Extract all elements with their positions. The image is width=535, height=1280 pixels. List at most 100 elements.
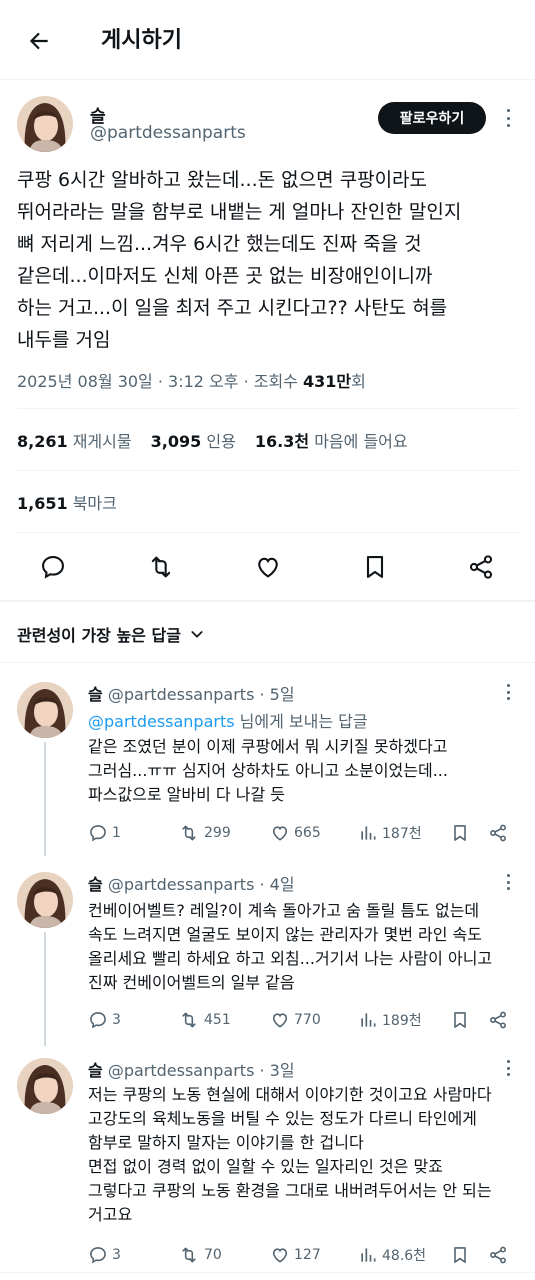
reply-text: 저는 쿠팡의 노동 현실에 대해서 이야기한 것이고요 사람마다 고강도의 육체… xyxy=(88,1085,492,1224)
share-button[interactable] xyxy=(466,552,496,582)
reply-bookmark-button[interactable] xyxy=(450,821,470,845)
more-vertical-icon[interactable] xyxy=(501,106,515,130)
avatar[interactable] xyxy=(17,682,73,738)
reply-like-button[interactable]: 665 xyxy=(270,821,321,845)
divider xyxy=(17,408,518,409)
bookmark-icon xyxy=(454,825,466,841)
reply-views[interactable]: 187천 xyxy=(358,821,422,845)
reply-sort-label: 관련성이 가장 높은 답글 xyxy=(17,626,181,645)
section-divider xyxy=(0,600,535,602)
thread-line xyxy=(44,932,46,1046)
likes-stat[interactable]: 16.3천 마음에 들어요 xyxy=(255,432,408,451)
reply-views[interactable]: 48.6천 xyxy=(358,1243,426,1267)
page-title: 게시하기 xyxy=(101,28,182,53)
thread-line xyxy=(44,742,46,856)
reply-handle-time[interactable]: @partdessanparts · 5일 xyxy=(103,685,295,704)
more-vertical-icon[interactable] xyxy=(501,1060,515,1076)
more-vertical-icon[interactable] xyxy=(501,874,515,890)
reply-text: 같은 조였던 분이 이제 쿠팡에서 뭐 시키질 못하겠다고 그러심...ㅠㅠ 심… xyxy=(88,737,448,804)
post-text-line: 내두를 거임 xyxy=(17,329,111,351)
reply-share-button[interactable] xyxy=(488,1243,508,1267)
reply-header: 슬 @partdessanparts · 5일 xyxy=(88,681,295,705)
comment-icon xyxy=(90,1247,106,1264)
reply-sort-dropdown[interactable]: 관련성이 가장 높은 답글 xyxy=(17,622,205,646)
comment-icon xyxy=(90,825,106,842)
share-icon xyxy=(490,1011,506,1029)
post-text-line: 쿠팡 6시간 알바하고 왔는데...돈 없으면 쿠팡이라도 xyxy=(17,169,428,191)
arrow-left-icon xyxy=(29,32,48,50)
reply-action-bar: 1 299 665 187천 xyxy=(88,821,518,845)
reply-repost-button[interactable]: 70 xyxy=(178,1243,222,1267)
share-icon xyxy=(469,555,493,579)
avatar[interactable] xyxy=(17,1058,73,1114)
views-bar-chart-icon xyxy=(361,1248,376,1262)
divider xyxy=(0,662,535,663)
reply-author-name[interactable]: 슬 xyxy=(88,875,103,894)
heart-icon xyxy=(272,1248,288,1263)
repost-icon xyxy=(182,1012,196,1028)
like-button[interactable] xyxy=(253,552,283,582)
reply-author-name[interactable]: 슬 xyxy=(88,1061,103,1080)
post-text-line: 뼈 저리게 느낌...겨우 6시간 했는데도 진짜 죽을 것 xyxy=(17,233,422,255)
reply-repost-button[interactable]: 451 xyxy=(178,1008,231,1032)
avatar[interactable] xyxy=(17,872,73,928)
reply-header: 슬 @partdessanparts · 3일 xyxy=(88,1057,295,1081)
reply-handle-time[interactable]: @partdessanparts · 3일 xyxy=(103,1061,295,1080)
post-text-line: 같은데...이마저도 신체 아픈 곳 없는 비장애인이니까 xyxy=(17,265,433,287)
views-bar-chart-icon xyxy=(361,1013,376,1027)
author-handle[interactable]: @partdessanparts xyxy=(90,123,246,143)
share-icon xyxy=(490,824,506,842)
replying-to-link[interactable]: @partdessanparts xyxy=(88,712,235,731)
bookmark-button[interactable] xyxy=(360,552,390,582)
reply-text: 컨베이어벨트? 레일?이 계속 돌아가고 숨 돌릴 틈도 없는데 속도 느려지면… xyxy=(88,901,493,992)
repost-icon xyxy=(151,556,171,578)
comment-icon xyxy=(90,1012,106,1029)
divider xyxy=(17,532,518,533)
bookmark-icon xyxy=(454,1012,466,1028)
post-action-bar xyxy=(0,546,535,586)
repost-icon xyxy=(182,1247,196,1263)
reply-share-button[interactable] xyxy=(488,821,508,845)
reply-action-bar: 3 451 770 189천 xyxy=(88,1008,518,1032)
follow-button[interactable]: 팔로우하기 xyxy=(378,102,486,134)
divider xyxy=(17,470,518,471)
reply-handle-time[interactable]: @partdessanparts · 4일 xyxy=(103,875,295,894)
bookmark-icon xyxy=(366,556,384,578)
comment-icon xyxy=(42,556,64,579)
view-count: 431만 xyxy=(303,372,352,391)
reply-comment-button[interactable]: 3 xyxy=(88,1243,121,1267)
quotes-stat[interactable]: 3,095 인용 xyxy=(151,432,236,451)
share-icon xyxy=(490,1246,506,1264)
post-text-line: 하는 거고...이 일을 최저 주고 시킨다고?? 사탄도 혀를 xyxy=(17,297,448,319)
author-avatar[interactable] xyxy=(17,96,73,152)
reply-header: 슬 @partdessanparts · 4일 xyxy=(88,871,295,895)
reposts-stat[interactable]: 8,261 재게시물 xyxy=(17,432,132,451)
bookmark-icon xyxy=(454,1247,466,1263)
replying-to: @partdessanparts 님에게 보내는 답글 xyxy=(88,712,368,731)
post-text-line: 뛰어라라는 말을 함부로 내뱉는 게 얼마나 잔인한 말인지 xyxy=(17,201,462,223)
reply-bookmark-button[interactable] xyxy=(450,1008,470,1032)
repost-button[interactable] xyxy=(146,552,176,582)
reply-author-name[interactable]: 슬 xyxy=(88,685,103,704)
post-date: 2025년 08월 30일 · 3:12 오후 · 조회수 xyxy=(17,372,303,391)
divider xyxy=(0,1272,535,1273)
reply-like-button[interactable]: 127 xyxy=(270,1243,321,1267)
repost-icon xyxy=(182,825,196,841)
reply-button[interactable] xyxy=(38,552,68,582)
chevron-down-icon xyxy=(191,631,203,638)
reply-views[interactable]: 189천 xyxy=(358,1008,422,1032)
more-vertical-icon[interactable] xyxy=(501,684,515,700)
reply-share-button[interactable] xyxy=(488,1008,508,1032)
reply-comment-button[interactable]: 3 xyxy=(88,1008,121,1032)
post-meta: 2025년 08월 30일 · 3:12 오후 · 조회수 431만회 xyxy=(17,368,366,392)
bookmarks-stat[interactable]: 1,651 북마크 xyxy=(17,490,117,514)
back-button[interactable] xyxy=(22,24,56,58)
post-stats: 8,261 재게시물 3,095 인용 16.3천 마음에 들어요 xyxy=(17,428,408,452)
reply-bookmark-button[interactable] xyxy=(450,1243,470,1267)
reply-like-button[interactable]: 770 xyxy=(270,1008,321,1032)
reply-repost-button[interactable]: 299 xyxy=(178,821,231,845)
reply-comment-button[interactable]: 1 xyxy=(88,821,121,845)
heart-icon xyxy=(258,557,278,578)
top-app-bar: 게시하기 xyxy=(0,0,535,80)
views-bar-chart-icon xyxy=(361,826,376,840)
